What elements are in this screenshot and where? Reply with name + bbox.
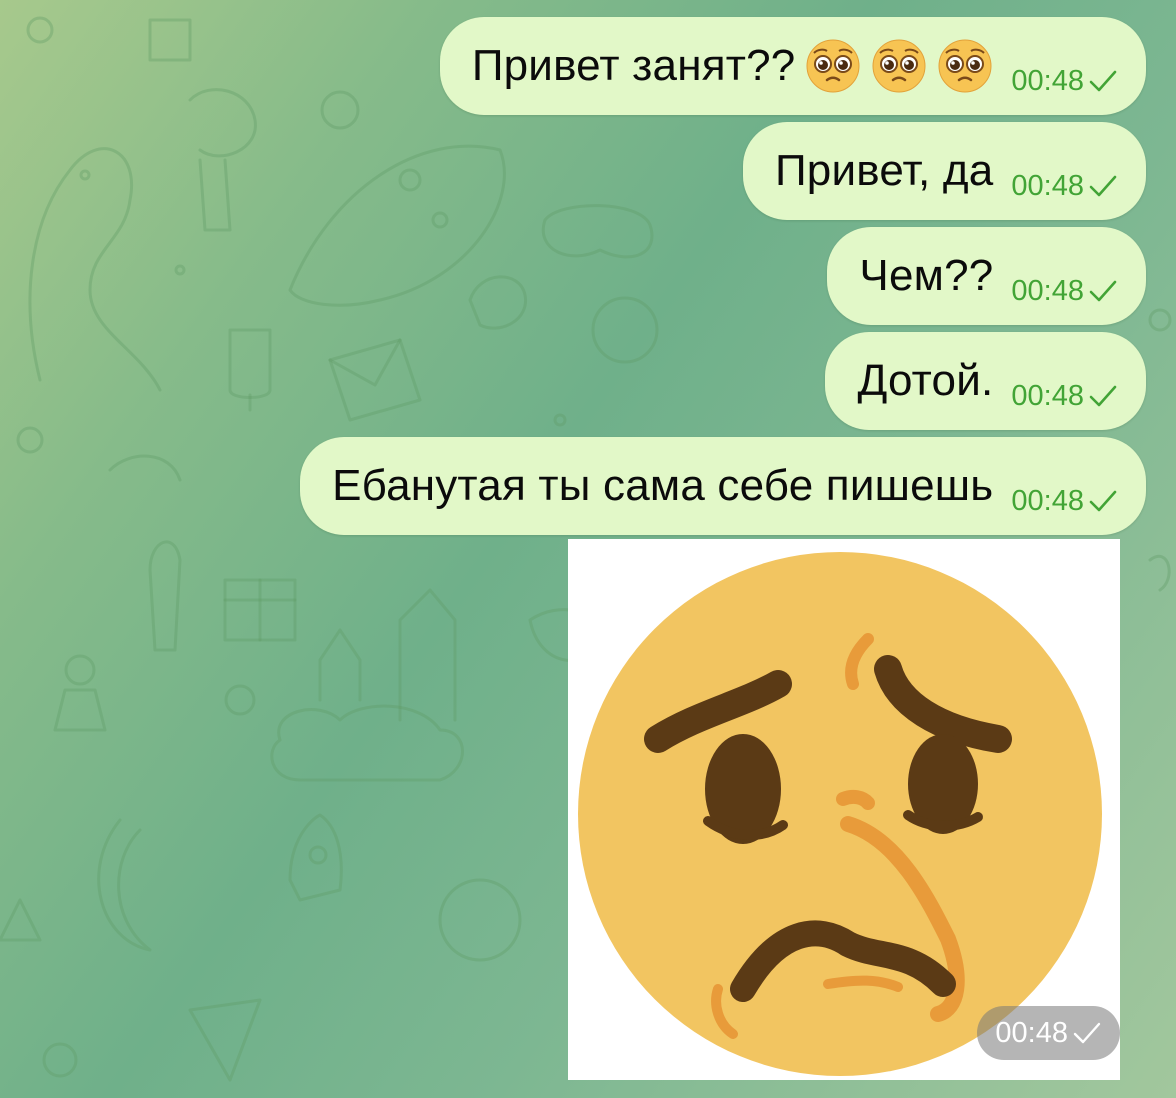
sad-face-sticker-image <box>578 552 1102 1076</box>
message-text: Привет, да <box>774 146 994 195</box>
read-check-icon <box>1089 175 1117 197</box>
message-meta: 00:48 <box>1011 380 1118 413</box>
message-text: Дотой. <box>857 356 994 405</box>
image-message-meta: 00:48 <box>977 1006 1120 1060</box>
read-check-icon <box>1089 280 1117 302</box>
message-time: 00:48 <box>1011 274 1084 307</box>
message-meta: 00:48 <box>1011 65 1118 98</box>
message-bubble[interactable]: Привет занят?? 00:48 <box>439 17 1146 115</box>
message-meta: 00:48 <box>1011 275 1118 308</box>
message-bubble[interactable]: Чем?? 00:48 <box>827 227 1146 325</box>
message-meta: 00:48 <box>1011 485 1118 518</box>
message-time: 00:48 <box>995 1016 1068 1049</box>
message-text: Привет занят?? <box>471 41 796 90</box>
read-check-icon <box>1089 70 1117 92</box>
chat-area: Привет занят?? 00:48 Привет, да 00:48 Че… <box>0 0 1176 1098</box>
message-time: 00:48 <box>1011 169 1084 202</box>
message-time: 00:48 <box>1011 484 1084 517</box>
read-check-icon <box>1089 385 1117 407</box>
message-time: 00:48 <box>1011 379 1084 412</box>
message-time: 00:48 <box>1011 64 1084 97</box>
message-text: Ебанутая ты сама себе пишешь <box>332 461 994 510</box>
message-bubble[interactable]: Дотой. 00:48 <box>825 332 1146 430</box>
pleading-face-emoji-icon <box>938 39 992 93</box>
pleading-face-emoji-icon <box>872 39 926 93</box>
message-meta: 00:48 <box>1011 170 1118 203</box>
message-bubble[interactable]: Ебанутая ты сама себе пишешь 00:48 <box>300 437 1146 535</box>
pleading-face-emoji-icon <box>806 39 860 93</box>
image-message[interactable]: 00:48 <box>568 539 1120 1080</box>
message-text: Чем?? <box>859 251 994 300</box>
read-check-icon <box>1073 1022 1101 1044</box>
message-bubble[interactable]: Привет, да 00:48 <box>742 122 1146 220</box>
read-check-icon <box>1089 490 1117 512</box>
